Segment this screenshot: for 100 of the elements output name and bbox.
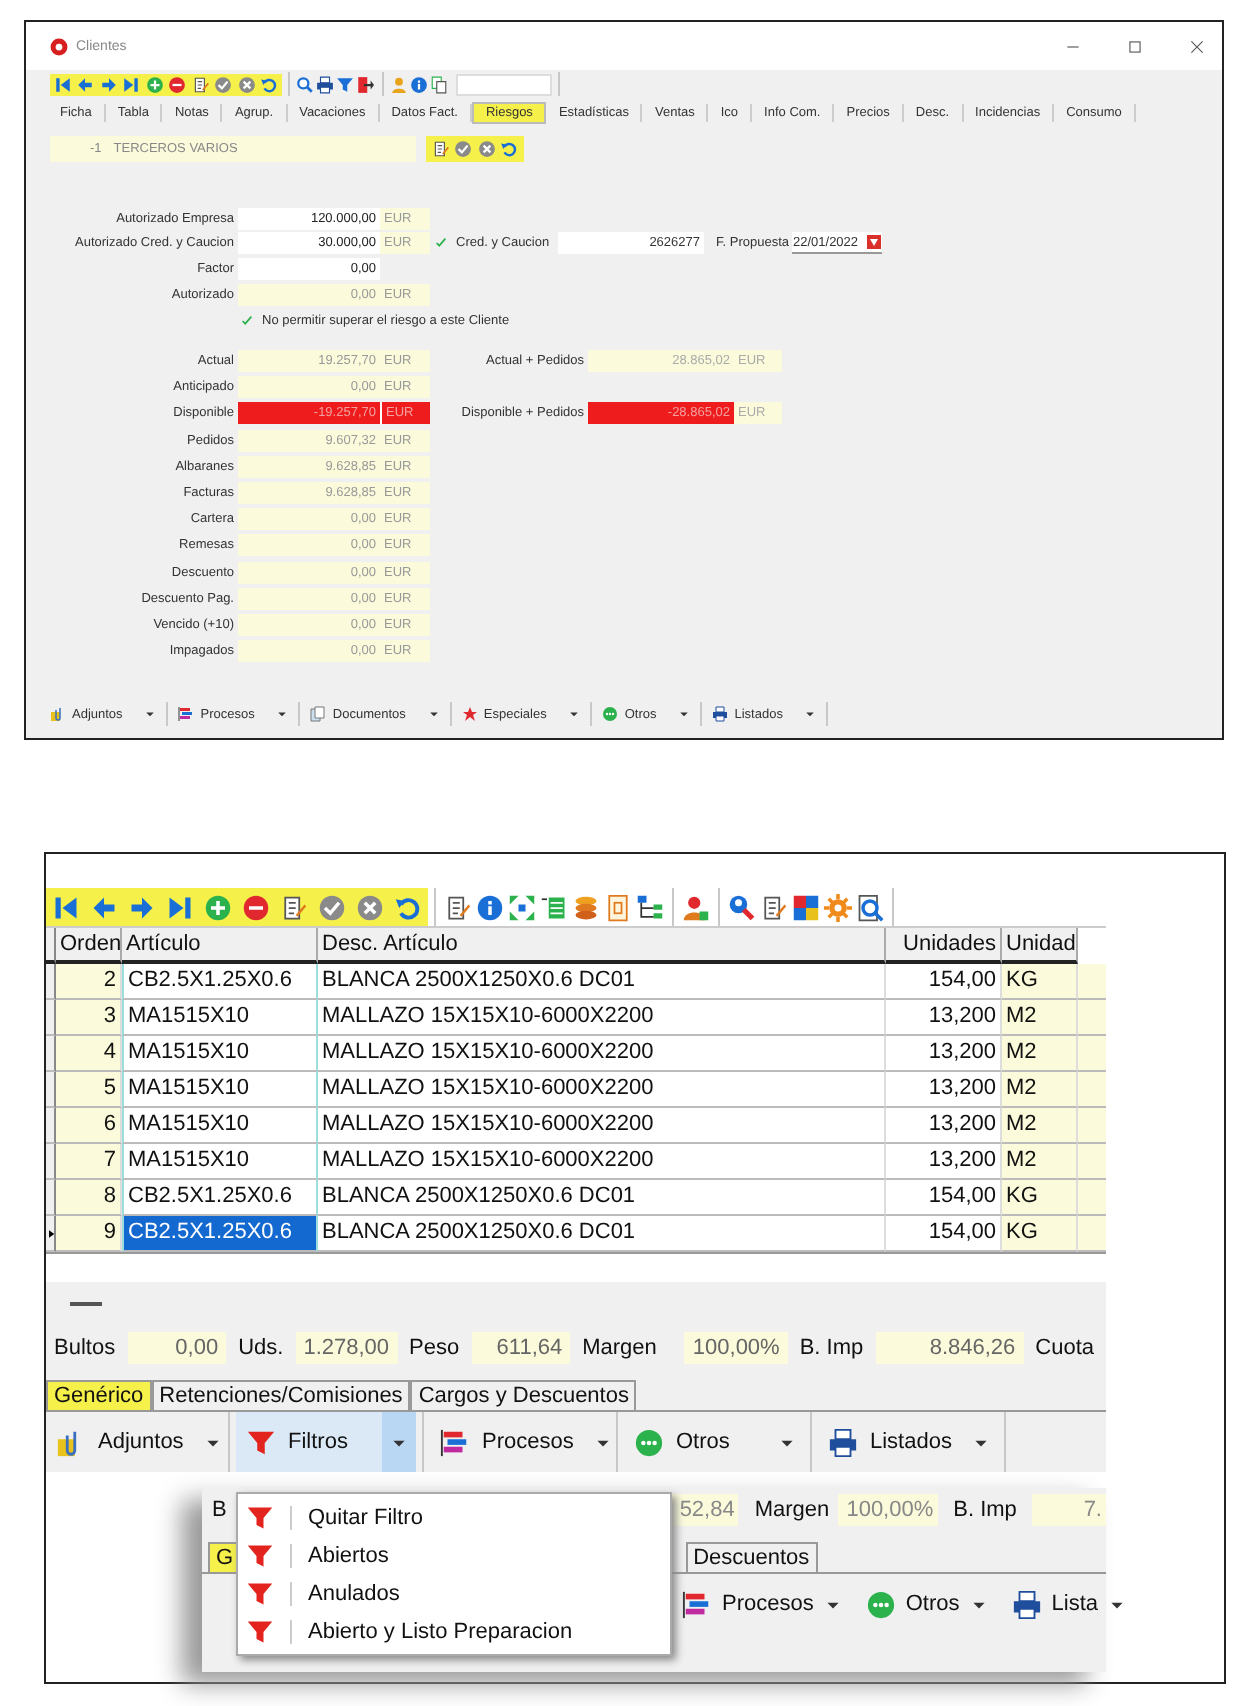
printer-icon[interactable] [316, 75, 334, 93]
table-cell[interactable]: CB2.5X1.25X0.6 [122, 964, 318, 1000]
cancel-icon[interactable] [356, 893, 384, 921]
table-cell[interactable]: MALLAZO 15X15X10-6000X2200 [318, 1000, 886, 1036]
column-header[interactable]: Unidades [886, 928, 1002, 964]
table-cell[interactable]: M2 [1002, 1000, 1078, 1036]
menu-button[interactable]: Procesos [430, 1412, 610, 1472]
cancel-icon[interactable] [237, 75, 255, 93]
previous-icon[interactable] [90, 893, 118, 921]
table-cell[interactable]: MALLAZO 15X15X10-6000X2200 [318, 1072, 886, 1108]
table-cell[interactable]: CB2.5X1.25X0.6 [122, 1216, 318, 1252]
column-header[interactable]: Desc. Artículo [318, 928, 886, 964]
table-cell[interactable]: M2 [1002, 1072, 1078, 1108]
first-record-icon[interactable] [53, 75, 71, 93]
add-icon[interactable] [204, 893, 232, 921]
confirm-icon[interactable] [318, 893, 346, 921]
table-cell[interactable]: 7 [56, 1144, 122, 1180]
first-record-icon[interactable] [52, 893, 80, 921]
menu-button[interactable]: Lista [1011, 1589, 1127, 1619]
table-cell[interactable]: M2 [1002, 1036, 1078, 1072]
column-header[interactable]: Artículo [122, 928, 318, 964]
edit-icon[interactable] [760, 893, 788, 921]
menu-item[interactable]: Abierto y Listo Preparacion [238, 1612, 670, 1650]
edit-icon[interactable] [280, 893, 308, 921]
preview-icon[interactable] [856, 893, 884, 921]
table-cell[interactable]: MA1515X10 [122, 1000, 318, 1036]
menu-item[interactable]: Quitar Filtro [238, 1498, 670, 1536]
search-icon[interactable] [296, 75, 314, 93]
filter-icon[interactable] [336, 75, 354, 93]
tab[interactable]: Genérico [46, 1380, 152, 1410]
close-icon[interactable] [1188, 37, 1206, 55]
find-person-icon[interactable] [728, 893, 756, 921]
menu-item[interactable]: Anulados [238, 1574, 670, 1612]
confirm-icon[interactable] [454, 140, 472, 158]
expand-icon[interactable] [508, 893, 536, 921]
edit-icon[interactable] [444, 893, 472, 921]
table-cell[interactable]: MALLAZO 15X15X10-6000X2200 [318, 1036, 886, 1072]
maximize-icon[interactable] [1126, 37, 1144, 55]
table-cell[interactable]: 6 [56, 1108, 122, 1144]
last-record-icon[interactable] [166, 893, 194, 921]
tree-icon[interactable] [636, 893, 664, 921]
column-header[interactable]: Orden [56, 928, 122, 964]
tab[interactable]: Retenciones/Comisiones [151, 1380, 411, 1410]
table-cell[interactable]: KG [1002, 964, 1078, 1000]
row-indicator[interactable] [46, 1216, 56, 1252]
calendar-icon[interactable] [866, 234, 883, 251]
confirm-icon[interactable] [214, 75, 232, 93]
table-cell[interactable]: 9 [56, 1216, 122, 1252]
remove-icon[interactable] [168, 75, 186, 93]
last-record-icon[interactable] [122, 75, 140, 93]
list-icon[interactable] [540, 893, 568, 921]
coins-icon[interactable] [572, 893, 600, 921]
table-cell[interactable]: BLANCA 2500X1250X0.6 DC01 [318, 1216, 886, 1252]
undo-icon[interactable] [394, 893, 422, 921]
copy-icon[interactable] [430, 75, 448, 93]
table-cell[interactable]: MALLAZO 15X15X10-6000X2200 [318, 1144, 886, 1180]
table-cell[interactable]: 5 [56, 1072, 122, 1108]
menu-button[interactable]: Otros [624, 1412, 804, 1472]
table-cell[interactable]: M2 [1002, 1108, 1078, 1144]
menu-button[interactable]: Procesos [682, 1589, 842, 1619]
menu-item[interactable]: Abiertos [238, 1536, 670, 1574]
table-cell[interactable]: BLANCA 2500X1250X0.6 DC01 [318, 1180, 886, 1216]
menu-button[interactable]: Otros [865, 1589, 988, 1619]
table-cell[interactable]: 2 [56, 964, 122, 1000]
checkbox[interactable] [434, 235, 450, 252]
table-cell[interactable]: MA1515X10 [122, 1108, 318, 1144]
table-cell[interactable]: KG [1002, 1216, 1078, 1252]
add-icon[interactable] [145, 75, 163, 93]
menu-button[interactable]: Adjuntos [46, 1412, 222, 1472]
table-cell[interactable]: MALLAZO 15X15X10-6000X2200 [318, 1108, 886, 1144]
checkbox[interactable] [240, 313, 256, 330]
menu-button[interactable]: Filtros [236, 1412, 416, 1472]
table-cell[interactable]: KG [1002, 1180, 1078, 1216]
table-cell[interactable]: M2 [1002, 1144, 1078, 1180]
undo-icon[interactable] [500, 140, 518, 158]
users-icon[interactable] [682, 893, 710, 921]
cancel-icon[interactable] [477, 140, 495, 158]
column-header[interactable]: Unidad [1002, 928, 1078, 964]
color-grid-icon[interactable] [792, 893, 820, 921]
undo-icon[interactable] [260, 75, 278, 93]
menu-button[interactable]: Listados [818, 1412, 998, 1472]
remove-icon[interactable] [242, 893, 270, 921]
exit-icon[interactable] [356, 75, 374, 93]
table-cell[interactable]: MA1515X10 [122, 1144, 318, 1180]
next-icon[interactable] [128, 893, 156, 921]
tab[interactable]: Descuentos [685, 1542, 818, 1572]
table-cell[interactable]: 8 [56, 1180, 122, 1216]
previous-icon[interactable] [76, 75, 94, 93]
tab[interactable]: Cargos y Descuentos [410, 1380, 637, 1410]
next-icon[interactable] [99, 75, 117, 93]
info-icon[interactable] [410, 75, 428, 93]
table-cell[interactable]: MA1515X10 [122, 1036, 318, 1072]
table-cell[interactable]: MA1515X10 [122, 1072, 318, 1108]
toolbar-field[interactable] [455, 73, 551, 95]
splitter-handle[interactable] [70, 1302, 102, 1306]
edit-icon[interactable] [191, 75, 209, 93]
table-cell[interactable]: 3 [56, 1000, 122, 1036]
table-cell[interactable]: BLANCA 2500X1250X0.6 DC01 [318, 964, 886, 1000]
edit-icon[interactable] [431, 140, 449, 158]
table-cell[interactable]: 4 [56, 1036, 122, 1072]
